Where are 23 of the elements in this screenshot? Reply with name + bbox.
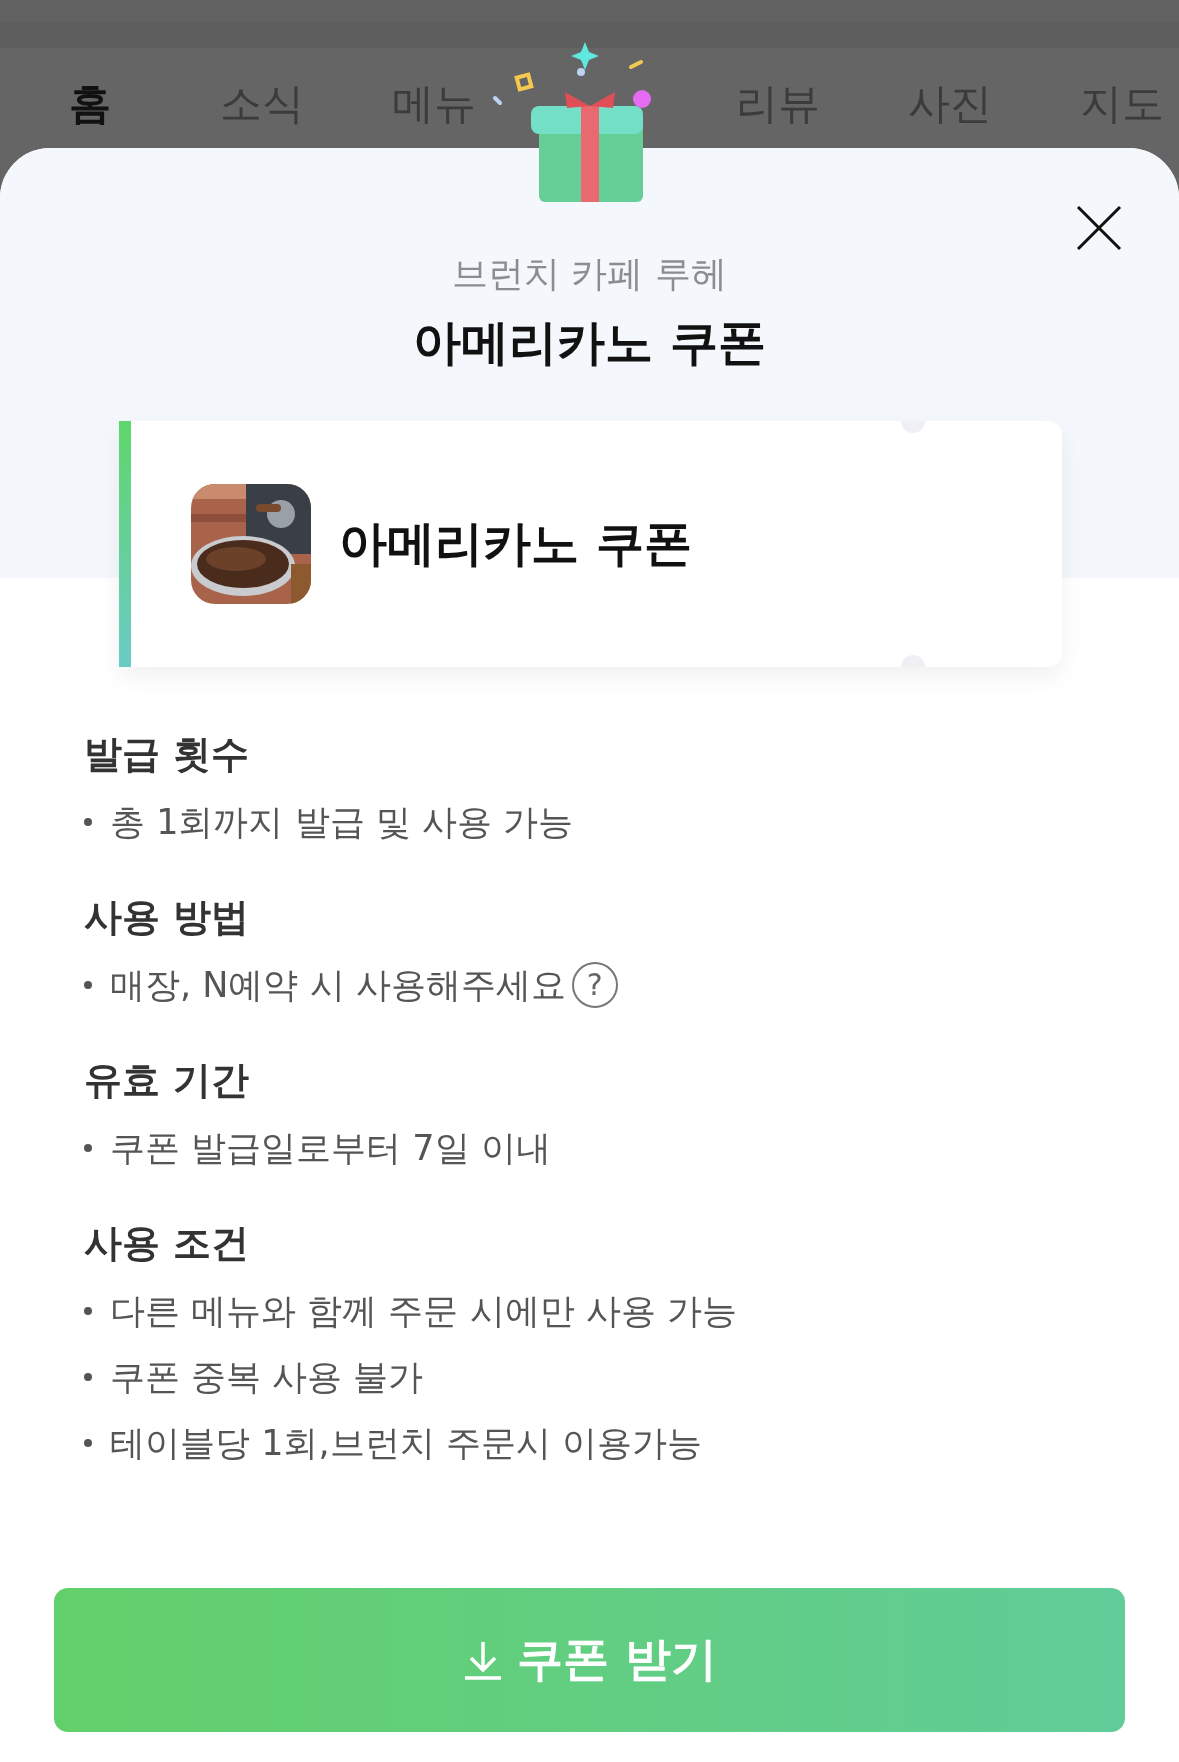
section-text: 총 1회까지 발급 및 사용 가능 xyxy=(110,801,573,844)
close-icon[interactable] xyxy=(1075,204,1123,252)
section-text: 매장, N예약 시 사용해주세요 xyxy=(110,964,566,1007)
section-text: 쿠폰 중복 사용 불가 xyxy=(110,1356,424,1399)
bullet-icon xyxy=(84,981,92,989)
help-icon[interactable]: ? xyxy=(571,962,618,1008)
download-coupon-button[interactable]: 쿠폰 받기 xyxy=(54,1588,1125,1732)
tab[interactable]: 홈 xyxy=(4,76,176,142)
bullet-icon xyxy=(84,1307,92,1315)
section-heading: 유효 기간 xyxy=(84,1057,251,1104)
section-heading: 발급 횟수 xyxy=(84,731,251,778)
coupon-name: 아메리카노 쿠폰 xyxy=(339,514,692,573)
section-heading: 사용 조건 xyxy=(84,1220,251,1267)
bullet-icon xyxy=(84,1439,92,1447)
bullet-icon xyxy=(84,1373,92,1381)
coupon-title: 아메리카노 쿠폰 xyxy=(413,313,766,372)
section-heading: 사용 방법 xyxy=(84,894,251,941)
section-text: 다른 메뉴와 함께 주문 시에만 사용 가능 xyxy=(110,1290,737,1333)
section-text: 테이블당 1회,브런치 주문시 이용가능 xyxy=(110,1422,702,1465)
store-name: 브런치 카페 루헤 xyxy=(452,252,727,296)
bullet-icon xyxy=(84,818,92,826)
bullet-icon xyxy=(84,1144,92,1152)
section-text: 쿠폰 발급일로부터 7일 이내 xyxy=(110,1127,551,1170)
